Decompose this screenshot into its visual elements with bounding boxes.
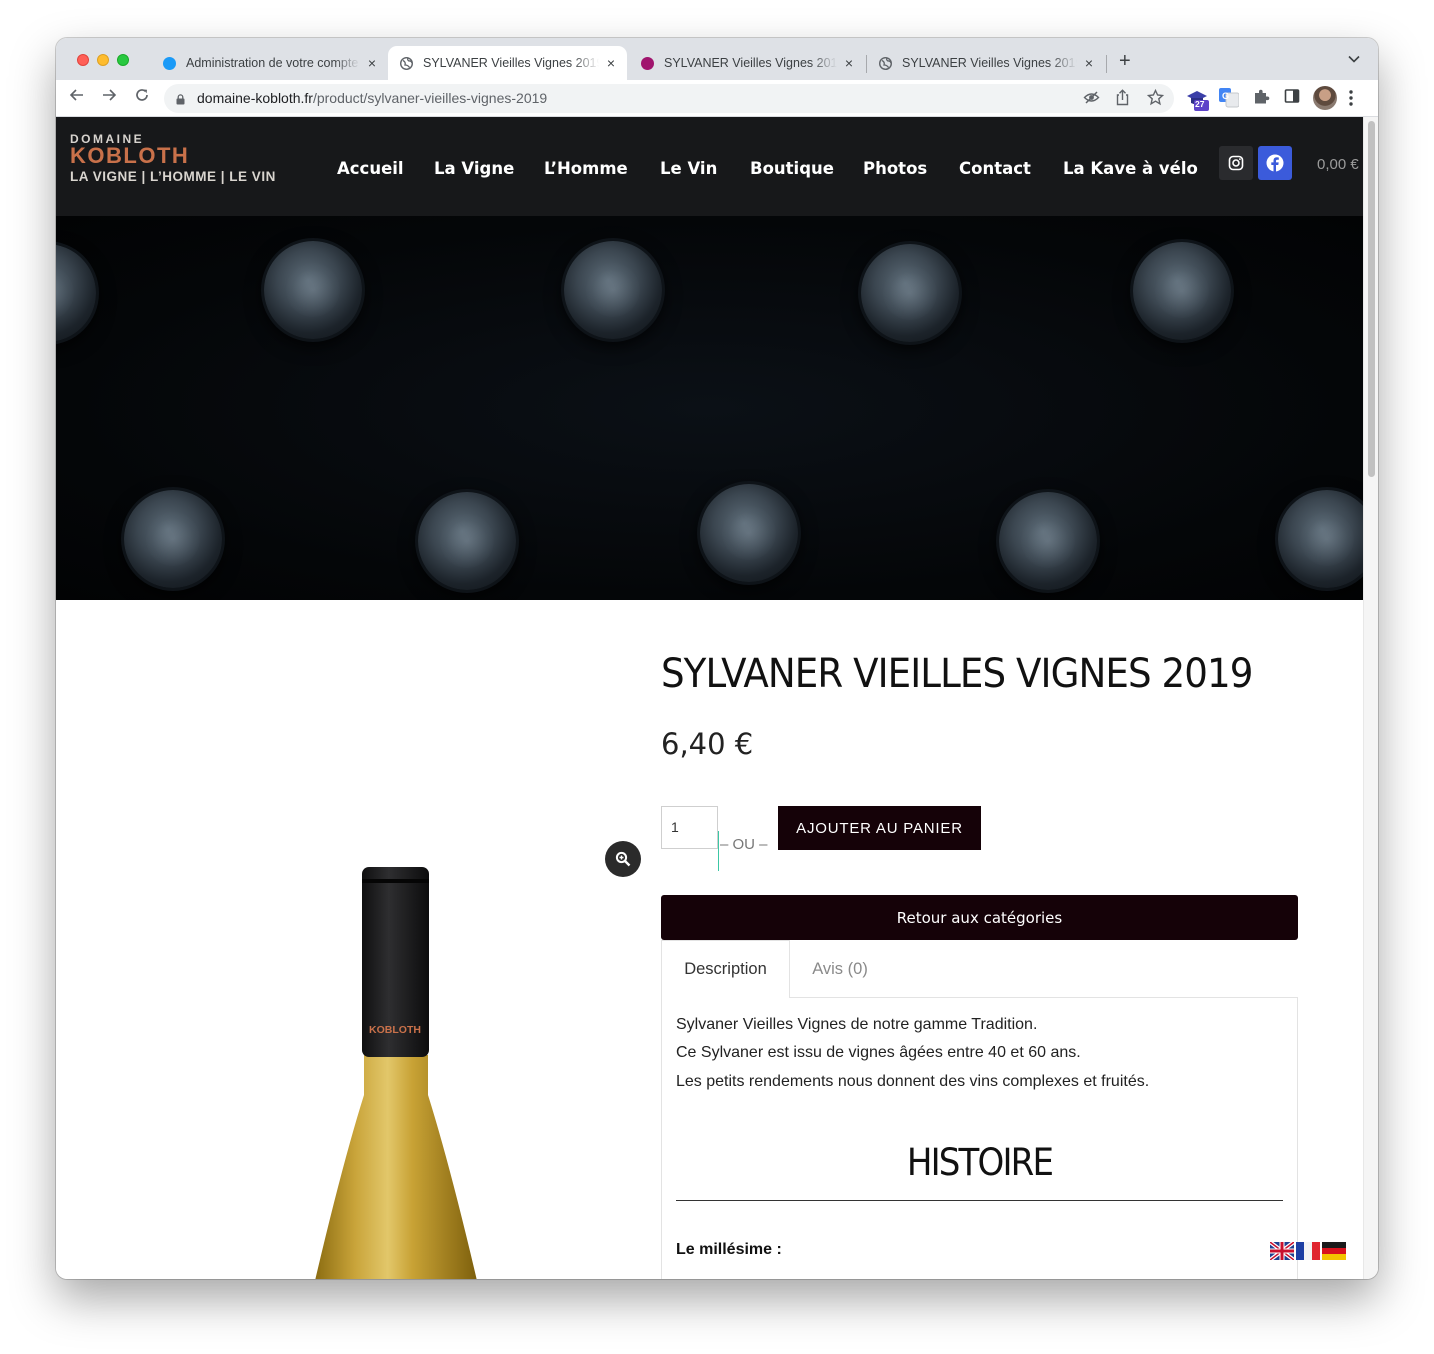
tab-reviews[interactable]: Avis (0) (790, 940, 890, 998)
description-line: Les petits rendements nous donnent des v… (676, 1073, 1150, 1090)
browser-tab[interactable]: SYLVANER Vieilles Vignes 2019 × (867, 46, 1105, 80)
tabs-divider (790, 997, 1298, 998)
cork-image (861, 244, 959, 342)
globe-icon (878, 56, 893, 70)
germany-flag-icon[interactable] (1322, 1242, 1346, 1260)
product-title: SYLVANER VIEILLES VIGNES 2019 (661, 651, 1253, 697)
browser-tab-active[interactable]: SYLVANER Vieilles Vignes 2019 × (388, 46, 627, 80)
globe-icon (399, 56, 414, 70)
tab-close-icon[interactable]: × (845, 55, 853, 71)
tab-favicon-icon (641, 56, 654, 70)
tab-search-chevron-icon[interactable] (1348, 52, 1360, 66)
site-header: DOMAINE KOBLOTH LA VIGNE | L’HOMME | LE … (56, 117, 1363, 216)
zoom-magnifier-icon[interactable] (605, 841, 641, 877)
logo-tagline: LA VIGNE | L’HOMME | LE VIN (70, 169, 276, 184)
nav-item-accueil[interactable]: Accueil (337, 159, 404, 178)
cork-image (564, 241, 662, 339)
web-page: DOMAINE KOBLOTH LA VIGNE | L’HOMME | LE … (56, 117, 1363, 1279)
cart-total[interactable]: 0,00 € (1317, 156, 1359, 173)
svg-text:G: G (1222, 91, 1229, 101)
cork-image (124, 490, 222, 588)
minimize-window-button[interactable] (97, 54, 109, 66)
tab-title: SYLVANER Vieilles Vignes 2019 (423, 56, 599, 70)
description-line: Sylvaner Vieilles Vignes de notre gamme … (676, 1016, 1038, 1033)
cork-image (700, 484, 798, 582)
tab-title: Administration de votre compte (186, 56, 359, 70)
site-logo[interactable]: DOMAINE KOBLOTH LA VIGNE | L’HOMME | LE … (70, 133, 276, 185)
page-scrollbar[interactable] (1363, 117, 1378, 1279)
section-heading: HISTOIRE (906, 1141, 1054, 1184)
tab-close-icon[interactable]: × (1085, 55, 1093, 71)
kebab-menu-icon[interactable] (1349, 90, 1369, 110)
google-translate-icon[interactable]: G (1219, 88, 1240, 108)
url-domain: domaine-kobloth.fr (197, 90, 313, 106)
tab-strip: Administration de votre compte × SYLVANE… (56, 38, 1378, 80)
graduation-cap-extension-icon[interactable]: 27 (1186, 88, 1209, 111)
browser-toolbar: domaine-kobloth.fr/product/sylvaner-viei… (56, 80, 1378, 117)
extension-badge: 27 (1195, 99, 1205, 109)
tab-description[interactable]: Description (661, 940, 790, 998)
url-text: domaine-kobloth.fr/product/sylvaner-viei… (197, 90, 547, 106)
cork-image (999, 492, 1097, 590)
bookmark-star-icon[interactable] (1146, 88, 1165, 110)
uk-flag-icon[interactable] (1270, 1242, 1294, 1260)
description-line: Ce Sylvaner est issu de vignes âgées ent… (676, 1044, 1081, 1061)
browser-window: Administration de votre compte × SYLVANE… (56, 38, 1378, 1279)
eye-slash-icon[interactable] (1083, 89, 1100, 110)
france-flag-icon[interactable] (1296, 1242, 1320, 1260)
tab-close-icon[interactable]: × (368, 55, 376, 71)
address-bar[interactable]: domaine-kobloth.fr/product/sylvaner-viei… (164, 84, 1174, 113)
or-separator: – OU – (720, 836, 768, 853)
bottle-label-text: KOBLOTH (369, 1024, 421, 1036)
lock-icon (176, 92, 185, 105)
nav-item-le-vin[interactable]: Le Vin (660, 159, 717, 178)
cork-image (56, 244, 96, 342)
nav-item-lhomme[interactable]: L’Homme (544, 159, 628, 178)
scrollbar-thumb[interactable] (1368, 121, 1375, 477)
description-panel (661, 997, 1298, 1279)
nav-item-la-vigne[interactable]: La Vigne (434, 159, 514, 178)
nav-item-photos[interactable]: Photos (863, 159, 927, 178)
back-arrow-icon[interactable] (69, 87, 85, 108)
quantity-input[interactable]: 1 (661, 806, 718, 849)
tab-separator (1106, 55, 1107, 73)
product-price: 6,40 € (661, 727, 754, 761)
forward-arrow-icon[interactable] (101, 87, 117, 108)
section-divider (676, 1200, 1283, 1201)
profile-avatar[interactable] (1313, 86, 1337, 110)
logo-line-2: KOBLOTH (70, 143, 190, 168)
facebook-icon[interactable] (1258, 146, 1292, 180)
nav-item-boutique[interactable]: Boutique (750, 159, 834, 178)
wine-bottle-image: KOBLOTH (315, 867, 477, 1279)
back-to-categories-button[interactable]: Retour aux catégories (661, 895, 1298, 940)
zoom-window-button[interactable] (117, 54, 129, 66)
language-switcher (1270, 1242, 1346, 1260)
close-window-button[interactable] (77, 54, 89, 66)
quantity-value: 1 (671, 819, 679, 835)
puzzle-extensions-icon[interactable] (1252, 88, 1272, 108)
reload-icon[interactable] (134, 87, 150, 108)
browser-tab[interactable]: SYLVANER Vieilles Vignes 2019 × (629, 46, 865, 80)
nav-item-la-kave-a-velo[interactable]: La Kave à vélo (1063, 159, 1198, 178)
vintage-subheading: Le millésime : (676, 1241, 782, 1258)
cork-image (1133, 242, 1231, 340)
cork-image (418, 492, 516, 590)
url-path: /product/sylvaner-vieilles-vignes-2019 (312, 90, 548, 106)
new-tab-button[interactable]: + (1119, 50, 1131, 73)
text-cursor (718, 831, 719, 871)
tab-favicon-icon (163, 56, 176, 70)
hero-banner-wine-corks (56, 216, 1363, 600)
instagram-icon[interactable] (1219, 146, 1253, 180)
tab-close-icon[interactable]: × (607, 55, 615, 71)
browser-tab[interactable]: Administration de votre compte × (151, 46, 388, 80)
cork-image (1278, 490, 1363, 588)
tab-title: SYLVANER Vieilles Vignes 2019 (664, 56, 837, 70)
cork-image (264, 241, 362, 339)
add-to-cart-button[interactable]: AJOUTER AU PANIER (778, 806, 981, 850)
side-panel-icon[interactable] (1284, 88, 1304, 108)
nav-item-contact[interactable]: Contact (959, 159, 1031, 178)
share-icon[interactable] (1115, 89, 1130, 110)
tab-title: SYLVANER Vieilles Vignes 2019 (902, 56, 1077, 70)
